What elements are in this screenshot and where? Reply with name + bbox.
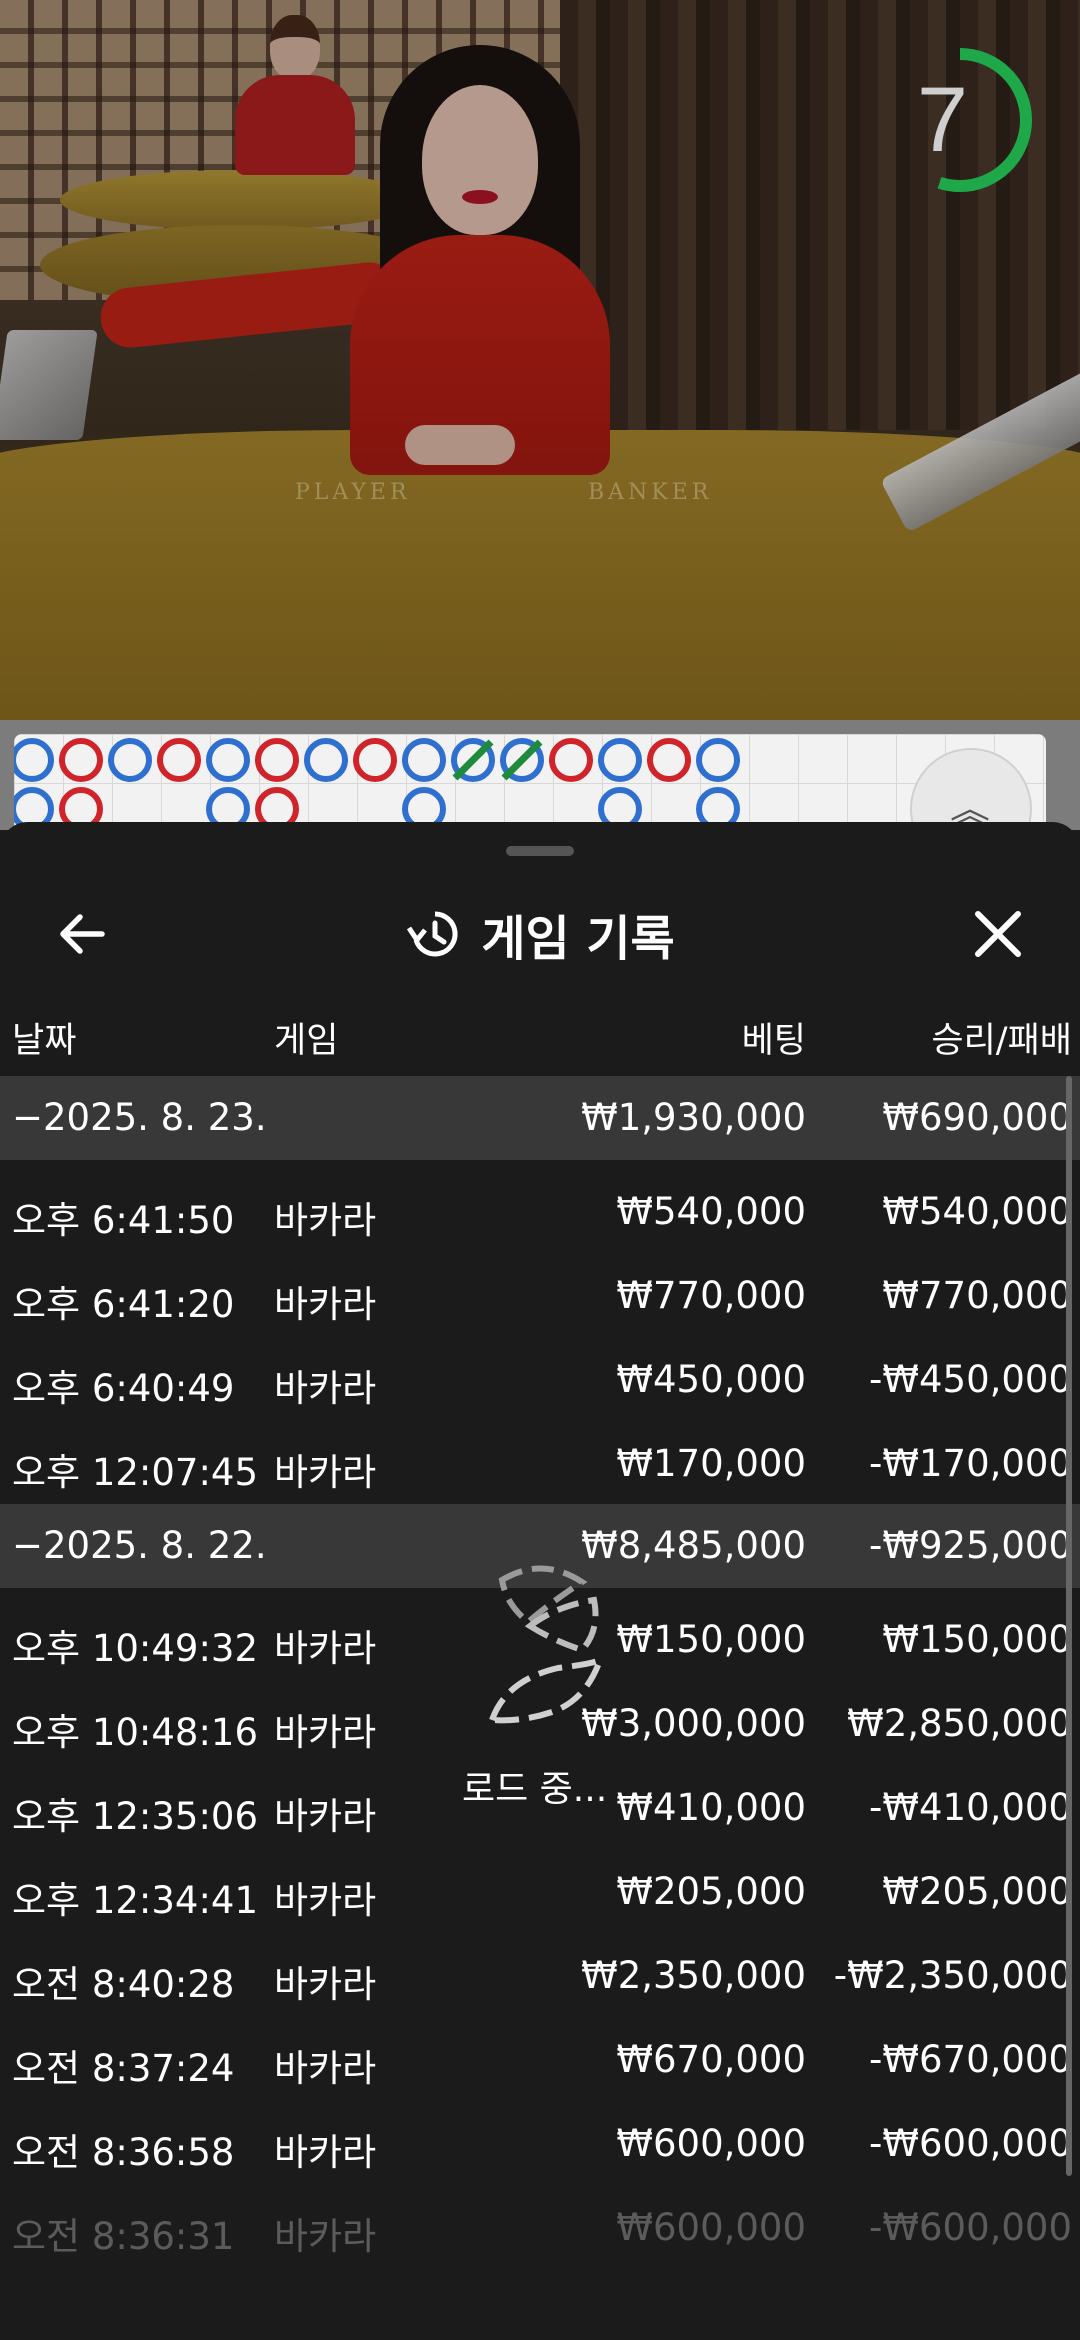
table-row[interactable]: 오전 8:36:58 바카라 ₩600,000 -₩600,000 <box>0 2100 1080 2184</box>
bead-road <box>14 734 1046 834</box>
table-row[interactable]: 오후 6:41:20 바카라 ₩770,000 ₩770,000 <box>0 1252 1080 1336</box>
table-row[interactable]: 오전 8:37:24 바카라 ₩670,000 -₩670,000 <box>0 2016 1080 2100</box>
bet-countdown-timer: 7 <box>880 40 1040 200</box>
table-header: 날짜 게임 베팅 승리/패배 <box>0 990 1080 1072</box>
table-row[interactable]: 오후 12:34:41 바카라 ₩205,000 ₩205,000 <box>0 1848 1080 1932</box>
player-bead <box>304 738 348 782</box>
row-time: 오후 12:34:41 <box>12 1879 259 1922</box>
table-row[interactable]: 오전 8:40:28 바카라 ₩2,350,000 -₩2,350,000 <box>0 1932 1080 2016</box>
group-winloss-total: ₩690,000 <box>882 1096 1072 1139</box>
player-bead <box>696 738 740 782</box>
row-time: 오전 8:37:24 <box>12 2047 235 2090</box>
row-game: 바카라 <box>274 2131 377 2174</box>
scrollbar[interactable] <box>1066 1076 1072 2176</box>
row-time: 오후 6:41:50 <box>12 1199 235 1242</box>
loading-text: 로드 중... <box>462 1769 608 1810</box>
column-bet[interactable]: 베팅 <box>742 1012 806 1063</box>
close-button[interactable] <box>966 902 1030 966</box>
row-winloss: -₩670,000 <box>869 2038 1072 2081</box>
row-winloss: -₩600,000 <box>869 2122 1072 2165</box>
loading-indicator: 로드 중... <box>440 1560 680 1810</box>
row-game: 바카라 <box>274 1199 377 1242</box>
group-date: −2025. 8. 22. <box>12 1524 267 1567</box>
column-game[interactable]: 게임 <box>274 1012 338 1063</box>
banker-bead <box>353 738 397 782</box>
history-icon <box>407 911 458 957</box>
row-time: 오후 12:35:06 <box>12 1795 259 1838</box>
row-winloss: ₩205,000 <box>882 1870 1072 1913</box>
row-time: 오전 8:36:31 <box>12 2215 235 2258</box>
back-button[interactable] <box>50 902 114 966</box>
player-bead <box>402 738 446 782</box>
row-time: 오후 6:41:20 <box>12 1283 235 1326</box>
group-bet-total: ₩1,930,000 <box>581 1096 806 1139</box>
row-game: 바카라 <box>274 1283 377 1326</box>
arrow-left-icon <box>60 914 105 954</box>
loading-spinner-icon <box>487 1565 606 1724</box>
row-bet: ₩670,000 <box>616 2038 806 2081</box>
group-winloss-total: -₩925,000 <box>869 1524 1072 1567</box>
row-bet: ₩770,000 <box>616 1274 806 1317</box>
player-bead <box>108 738 152 782</box>
column-win-loss[interactable]: 승리/패배 <box>931 1012 1072 1063</box>
row-bet: ₩205,000 <box>616 1870 806 1913</box>
row-winloss: -₩600,000 <box>869 2206 1072 2249</box>
row-game: 바카라 <box>274 1879 377 1922</box>
row-winloss: ₩150,000 <box>882 1618 1072 1661</box>
player-bead <box>598 738 642 782</box>
row-time: 오전 8:36:58 <box>12 2131 235 2174</box>
live-video: PLAYER BANKER 7 <box>0 0 1080 720</box>
player-bead <box>14 738 54 782</box>
banker-bead <box>647 738 691 782</box>
row-time: 오전 8:40:28 <box>12 1963 235 2006</box>
countdown-value: 7 <box>916 69 969 171</box>
row-time: 오후 10:48:16 <box>12 1711 259 1754</box>
page-title: 게임 기록 <box>481 911 675 967</box>
row-game: 바카라 <box>274 2047 377 2090</box>
row-winloss: ₩540,000 <box>882 1190 1072 1233</box>
sheet-header: 게임 기록 <box>0 878 1080 990</box>
row-time: 오후 12:07:45 <box>12 1451 259 1494</box>
row-winloss: -₩2,350,000 <box>833 1954 1072 1997</box>
row-winloss: -₩170,000 <box>869 1442 1072 1485</box>
column-date[interactable]: 날짜 <box>12 1012 76 1063</box>
table-row[interactable]: 오후 6:41:50 바카라 ₩540,000 ₩540,000 <box>0 1168 1080 1252</box>
close-icon <box>975 911 1021 957</box>
table-row[interactable]: 오후 6:40:49 바카라 ₩450,000 -₩450,000 <box>0 1336 1080 1420</box>
banker-bead <box>549 738 593 782</box>
table-row[interactable]: 오전 8:36:31 바카라 ₩600,000 -₩600,000 <box>0 2184 1080 2268</box>
table-row[interactable]: 오후 12:07:45 바카라 ₩170,000 -₩170,000 <box>0 1420 1080 1504</box>
player-bead <box>206 738 250 782</box>
row-bet: ₩600,000 <box>616 2206 806 2249</box>
row-time: 오후 6:40:49 <box>12 1367 235 1410</box>
row-game: 바카라 <box>274 1367 377 1410</box>
drag-handle[interactable] <box>506 846 574 856</box>
row-game: 바카라 <box>274 1711 377 1754</box>
banker-bead <box>255 738 299 782</box>
row-bet: ₩170,000 <box>616 1442 806 1485</box>
row-game: 바카라 <box>274 1451 377 1494</box>
row-time: 오후 10:49:32 <box>12 1627 259 1670</box>
row-game: 바카라 <box>274 1963 377 2006</box>
row-winloss: ₩770,000 <box>882 1274 1072 1317</box>
banker-bead <box>157 738 201 782</box>
row-game: 바카라 <box>274 1795 377 1838</box>
row-game: 바카라 <box>274 2215 377 2258</box>
row-winloss: -₩410,000 <box>869 1786 1072 1829</box>
row-bet: ₩450,000 <box>616 1358 806 1401</box>
row-bet: ₩540,000 <box>616 1190 806 1233</box>
row-bet: ₩2,350,000 <box>581 1954 806 1997</box>
row-winloss: -₩450,000 <box>869 1358 1072 1401</box>
row-winloss: ₩2,850,000 <box>847 1702 1072 1745</box>
date-group-row[interactable]: −2025. 8. 23. ₩1,930,000 ₩690,000 <box>0 1076 1080 1160</box>
banker-bead <box>59 738 103 782</box>
group-date: −2025. 8. 23. <box>12 1096 267 1139</box>
row-bet: ₩600,000 <box>616 2122 806 2165</box>
row-game: 바카라 <box>274 1627 377 1670</box>
